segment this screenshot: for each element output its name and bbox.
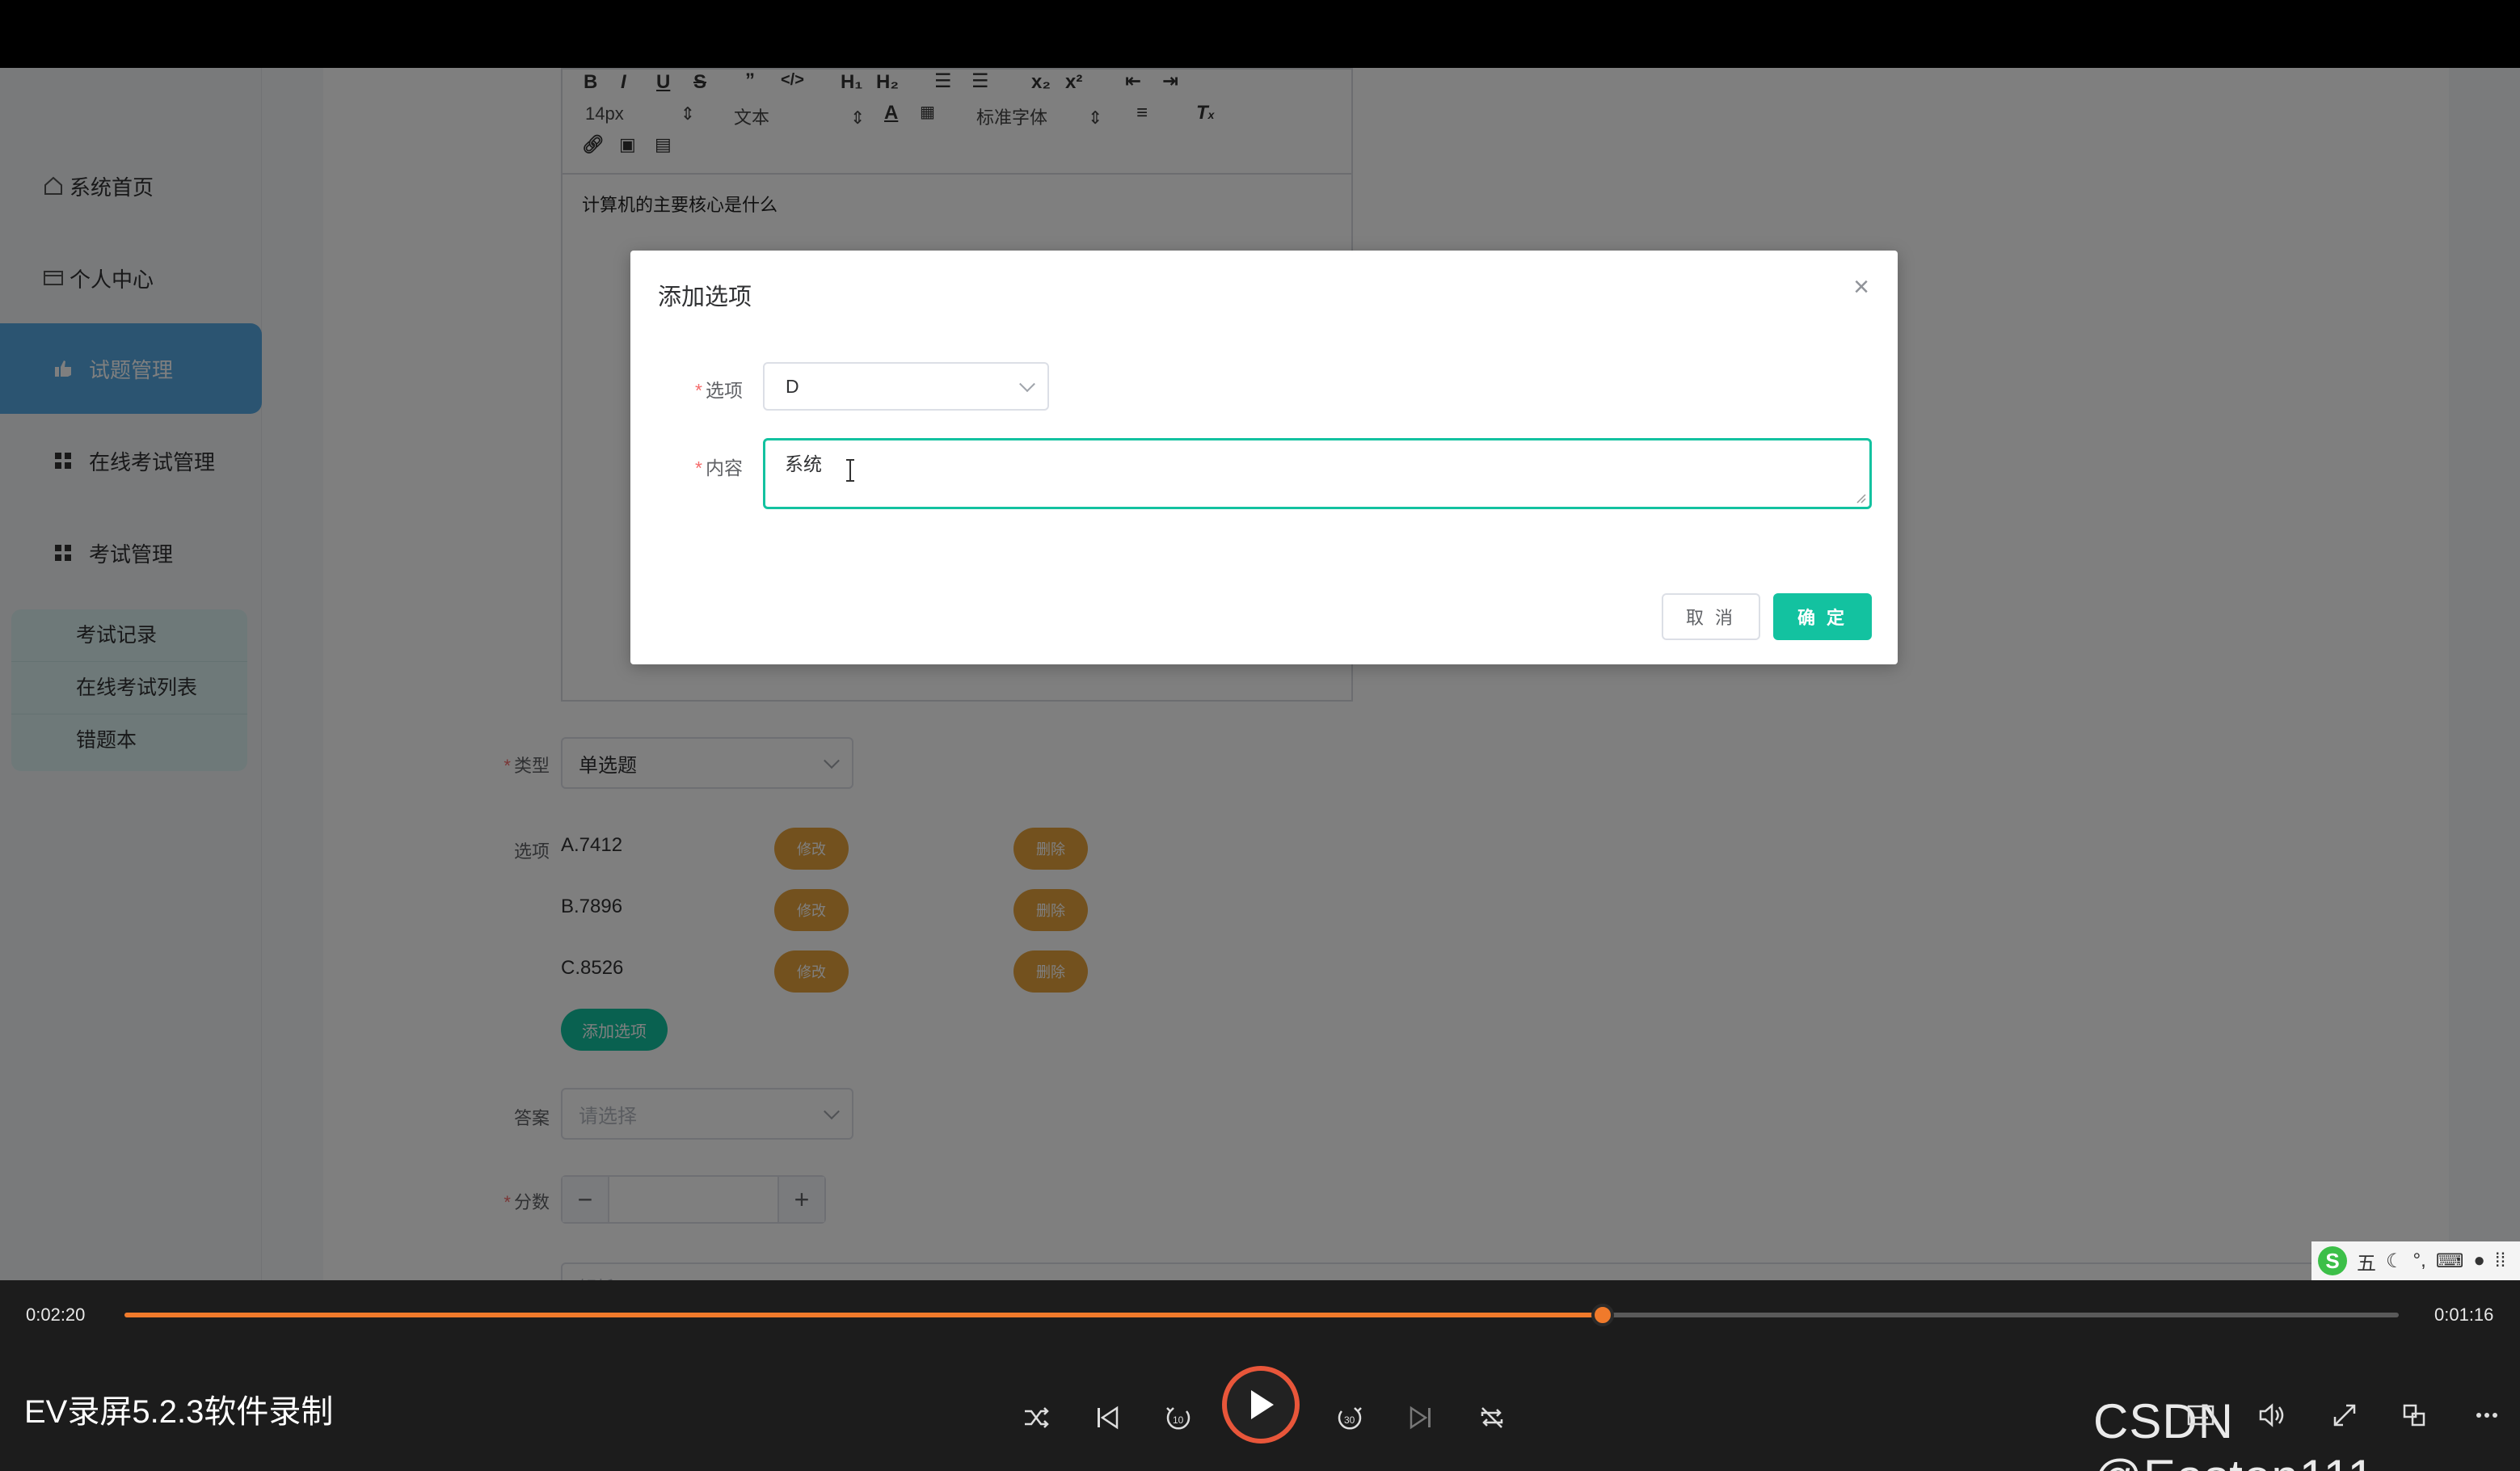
svg-text:10: 10 xyxy=(1173,1414,1184,1426)
next-icon[interactable] xyxy=(1405,1401,1437,1434)
chevron-down-icon xyxy=(1019,376,1035,393)
volume-icon[interactable] xyxy=(2255,1398,2289,1432)
keyboard-icon[interactable]: ⌨ xyxy=(2436,1250,2464,1273)
current-time: 0:02:20 xyxy=(26,1305,86,1325)
option-field-label: * 选项 xyxy=(695,380,743,401)
content-textarea[interactable]: 系统 xyxy=(763,438,1872,509)
option-select[interactable]: D xyxy=(763,362,1049,411)
rewind-10-icon[interactable]: 10 xyxy=(1162,1401,1195,1434)
svg-text:30: 30 xyxy=(1344,1414,1355,1426)
remaining-time: 0:01:16 xyxy=(2434,1305,2494,1325)
progress-handle[interactable] xyxy=(1591,1304,1615,1326)
play-icon xyxy=(1251,1390,1274,1419)
modal-overlay[interactable] xyxy=(0,68,2520,1280)
option-select-value: D xyxy=(786,375,799,397)
ime-toolbar: S 五 ☾ °, ⌨ ● ⁞⁞ xyxy=(2311,1241,2520,1280)
apps-icon[interactable]: ⁞⁞ xyxy=(2495,1250,2505,1272)
top-letterbox xyxy=(0,0,2520,68)
csdn-watermark: CSDN @Easton111 xyxy=(2093,1394,2375,1471)
text-cursor-icon xyxy=(846,459,854,482)
more-icon[interactable] xyxy=(2470,1398,2504,1432)
mini-player-icon[interactable] xyxy=(2397,1398,2431,1432)
recorded-screen: 系统首页 个人中心 试题管理 在线考试管理 考试管理 考 xyxy=(0,68,2520,1280)
user-icon[interactable]: ● xyxy=(2473,1250,2485,1272)
cancel-button[interactable]: 取 消 xyxy=(1662,593,1760,640)
moon-icon[interactable]: ☾ xyxy=(2386,1250,2404,1273)
shuffle-icon[interactable] xyxy=(1020,1401,1052,1434)
recording-title: EV录屏5.2.3软件录制 xyxy=(24,1394,334,1430)
progress-track[interactable] xyxy=(124,1304,2399,1326)
close-icon[interactable]: × xyxy=(1849,273,1873,301)
progress-fill xyxy=(124,1313,1603,1317)
video-player-bar: 0:02:20 0:01:16 EV录屏5.2.3软件录制 10 30 CSDN… xyxy=(0,1280,2520,1471)
resize-handle-icon[interactable] xyxy=(1856,494,1866,504)
content-field-label: * 内容 xyxy=(695,457,743,478)
previous-icon[interactable] xyxy=(1091,1401,1123,1434)
expand-icon[interactable] xyxy=(2328,1398,2362,1432)
repeat-icon[interactable] xyxy=(1476,1401,1508,1434)
play-button[interactable] xyxy=(1222,1366,1300,1444)
punctuation-icon[interactable]: °, xyxy=(2413,1250,2426,1272)
dialog-title: 添加选项 xyxy=(658,285,752,310)
ime-mode[interactable]: 五 xyxy=(2357,1247,2376,1275)
content-value: 系统 xyxy=(785,453,822,474)
forward-30-icon[interactable]: 30 xyxy=(1334,1401,1366,1434)
add-option-dialog: 添加选项 × * 选项 D * 内容 系统 取 消 确 定 xyxy=(630,251,1898,664)
sogou-logo-icon[interactable]: S xyxy=(2318,1246,2347,1275)
subtitles-icon[interactable] xyxy=(2184,1398,2218,1432)
confirm-button[interactable]: 确 定 xyxy=(1773,593,1872,640)
